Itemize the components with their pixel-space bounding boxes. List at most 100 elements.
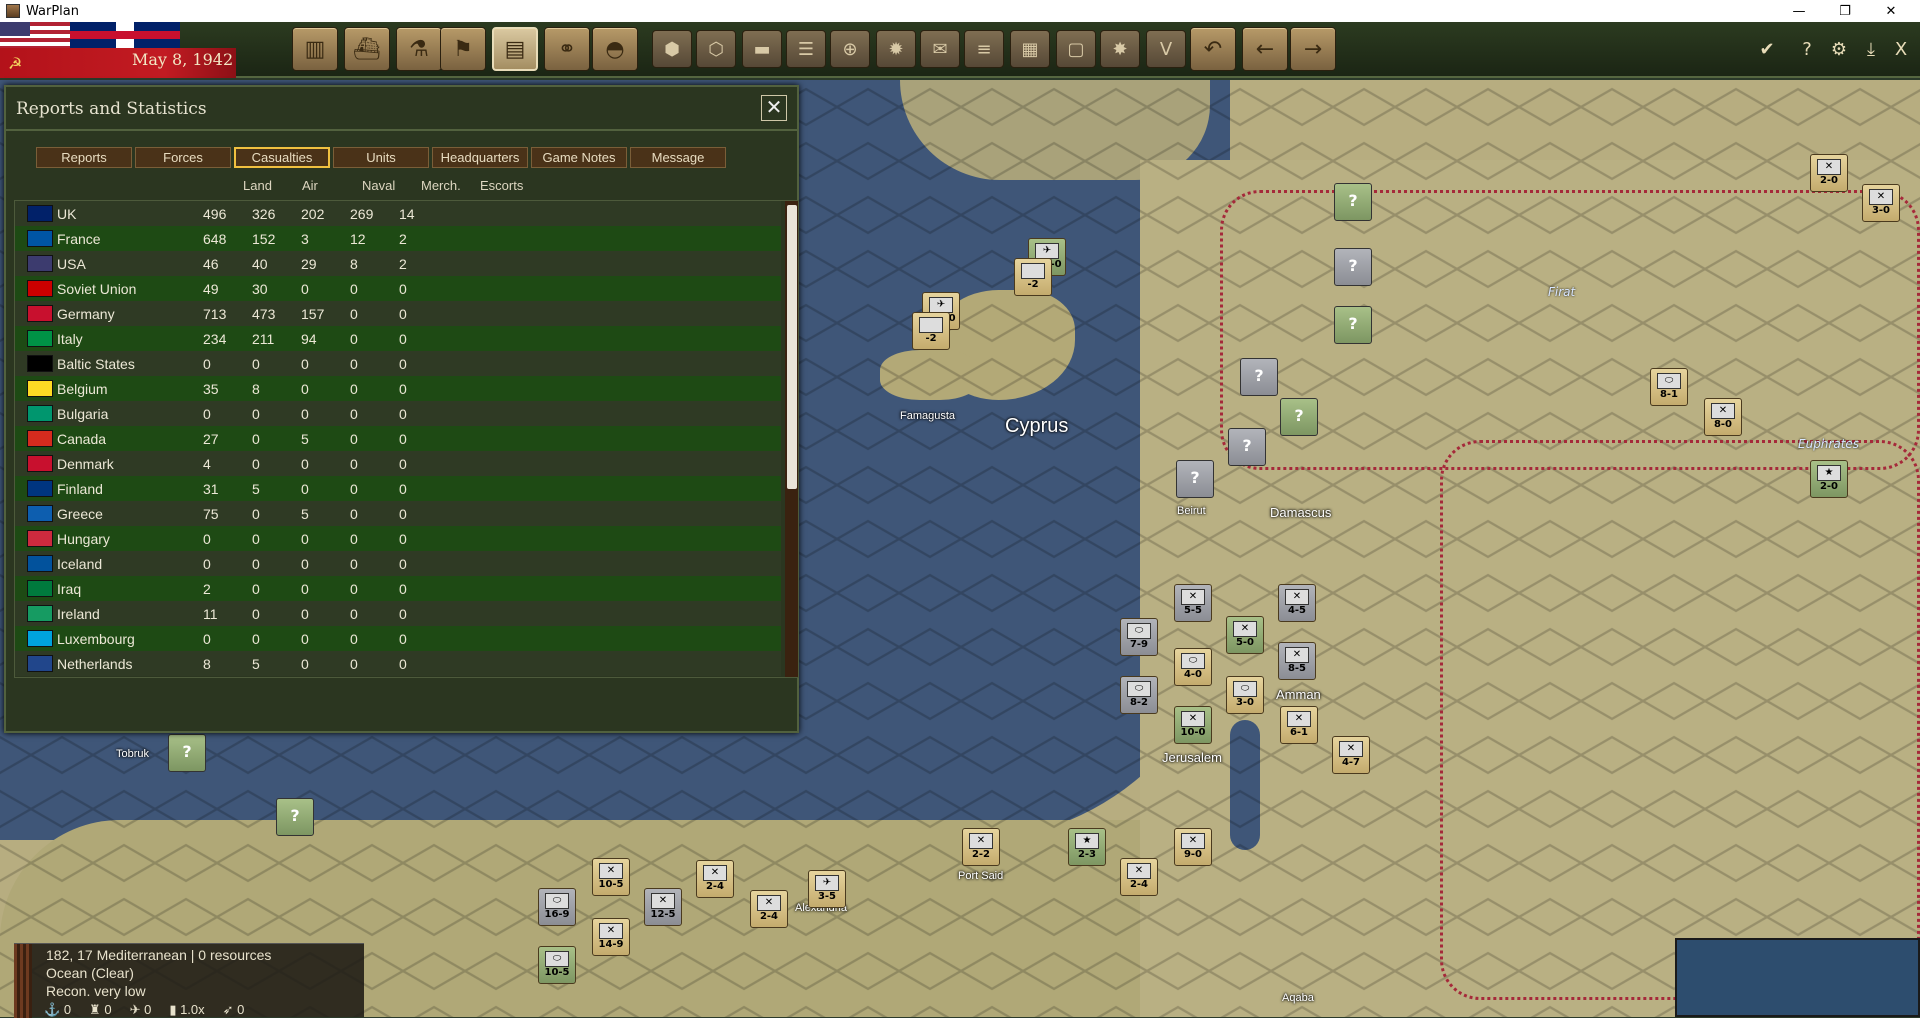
tank-filter-button[interactable]: ▬ [742,30,782,68]
combat-button[interactable]: ✸ [1100,30,1140,68]
country-name: France [57,231,101,247]
unknown-unit[interactable]: ? [1280,398,1318,436]
unit-counter[interactable]: ✕ 12-5 [644,888,682,926]
tab-forces[interactable]: Forces [135,147,231,168]
objectives-button[interactable]: ⚑ [440,27,486,71]
flag-icon: ⚑ [453,36,473,62]
unit-counter[interactable]: ✕ 3-0 [1862,184,1900,222]
unit-counter[interactable]: ✕ 4-7 [1332,736,1370,774]
help-button[interactable]: ? [1792,32,1822,66]
unit-counter[interactable]: ✕ 4-5 [1278,584,1316,622]
hex-mode-button[interactable]: ⬢ [652,30,692,68]
tab-message[interactable]: Message [630,147,726,168]
railway-button[interactable]: ≡ [964,30,1004,68]
escort-casualties: 2 [399,256,407,272]
air-casualties: 0 [252,631,260,647]
frame-button[interactable]: ▢ [1056,30,1096,68]
unknown-unit[interactable]: ? [1334,306,1372,344]
save-button[interactable]: ⤓ [1856,32,1886,66]
units-button[interactable]: ◓ [592,27,638,71]
unit-counter[interactable]: ✕ 5-0 [1226,616,1264,654]
undo-button[interactable]: ↶ [1190,27,1236,71]
unit-counter[interactable]: ✕ 10-5 [592,858,630,896]
unit-counter[interactable]: ✕ 2-0 [1810,154,1848,192]
infantry-icon: ✕ [1181,589,1205,605]
country-name: Greece [57,506,103,522]
scrollbar-thumb[interactable] [787,205,797,489]
factory-button[interactable]: ▥ [292,27,338,71]
close-window-button[interactable]: ✕ [1868,0,1914,22]
unit-counter[interactable]: ⬭ 10-5 [538,946,576,984]
unknown-unit[interactable]: ? [1334,183,1372,221]
naval-button[interactable]: ⛴ [344,27,390,71]
country-name: UK [57,206,77,222]
unit-counter[interactable]: ✕ 2-4 [696,860,734,898]
minimap[interactable] [1675,938,1920,1017]
unknown-unit[interactable]: ? [1228,428,1266,466]
unit-counter[interactable]: ⬭ 8-1 [1650,368,1688,406]
unit-counter[interactable]: ⬭ 8-2 [1120,676,1158,714]
unknown-unit[interactable]: ? [1176,460,1214,498]
unit-counter[interactable]: ✕ 10-0 [1174,706,1212,744]
country-name: Bulgaria [57,406,109,422]
unit-counter[interactable]: ✕ 14-9 [592,918,630,956]
unknown-unit[interactable]: ? [168,734,206,772]
unknown-unit[interactable]: ? [276,798,314,836]
escort-casualties: 0 [399,331,407,347]
tab-game-notes[interactable]: Game Notes [531,147,627,168]
hex-cluster-button[interactable]: ⬡ [696,30,736,68]
minimize-button[interactable]: — [1776,0,1822,22]
target-button[interactable]: ⊕ [830,30,870,68]
reports-button[interactable]: ▤ [492,27,538,71]
back-button[interactable]: ← [1242,27,1288,71]
unit-counter[interactable]: ✕ 8-5 [1278,642,1316,680]
mail-button[interactable]: ✉ [920,30,960,68]
unit-counter[interactable]: ⬭ 4-0 [1174,648,1212,686]
unit-counter[interactable]: ✕ 2-4 [750,890,788,928]
land-casualties: 0 [203,531,211,547]
unit-counter[interactable]: ✕ 5-5 [1174,584,1212,622]
unit-counter[interactable]: ✈ 3-5 [808,870,846,908]
column-header-land: Land [243,178,272,193]
exit-button[interactable]: X [1886,32,1916,66]
research-icon: ⚗ [409,36,429,62]
unit-counter[interactable]: ★ 2-0 [1810,460,1848,498]
unit-counter[interactable]: ★ 2-3 [1068,828,1106,866]
table-row: France 648 152 3 12 2 [15,226,781,251]
scrollbar[interactable] [785,201,798,677]
settings-button[interactable]: ⚙ [1824,32,1854,66]
unit-counter[interactable]: ✕ 2-4 [1120,858,1158,896]
weather-button[interactable]: ✹ [876,30,916,68]
close-panel-button[interactable]: ✕ [761,95,787,121]
forward-button[interactable]: → [1290,27,1336,71]
grid-button[interactable]: ▦ [1010,30,1050,68]
research-button[interactable]: ⚗ [396,27,442,71]
unit-counter[interactable]: ✕ 6-1 [1280,706,1318,744]
escort-casualties: 0 [399,556,407,572]
unit-counter[interactable]: ✕ 2-2 [962,828,1000,866]
air-casualties: 8 [252,381,260,397]
tab-reports[interactable]: Reports [36,147,132,168]
recon-button[interactable]: ⚭ [544,27,590,71]
unit-counter[interactable]: -2 [912,312,950,350]
unit-counter[interactable]: ⬭ 7-9 [1120,618,1158,656]
tab-headquarters[interactable]: Headquarters [432,147,528,168]
escort-casualties: 0 [399,631,407,647]
victory-button[interactable]: V [1146,30,1186,68]
unit-counter[interactable]: ⬭ 16-9 [538,888,576,926]
supply-button[interactable]: ☰ [786,30,826,68]
escort-casualties: 0 [399,306,407,322]
tab-units[interactable]: Units [333,147,429,168]
end-turn-button[interactable]: ✔ [1752,32,1782,66]
anchor-icon: ⚓ 0 [44,1002,72,1017]
unit-counter[interactable]: ⬭ 3-0 [1226,676,1264,714]
unit-counter[interactable]: ✕ 8-0 [1704,398,1742,436]
star-icon: ★ [1075,833,1099,849]
border-line [1220,190,1920,470]
unknown-unit[interactable]: ? [1334,248,1372,286]
unit-counter[interactable]: -2 [1014,258,1052,296]
unit-counter[interactable]: ✕ 9-0 [1174,828,1212,866]
maximize-button[interactable]: ❐ [1822,0,1868,22]
tab-casualties[interactable]: Casualties [234,147,330,168]
unknown-unit[interactable]: ? [1240,358,1278,396]
